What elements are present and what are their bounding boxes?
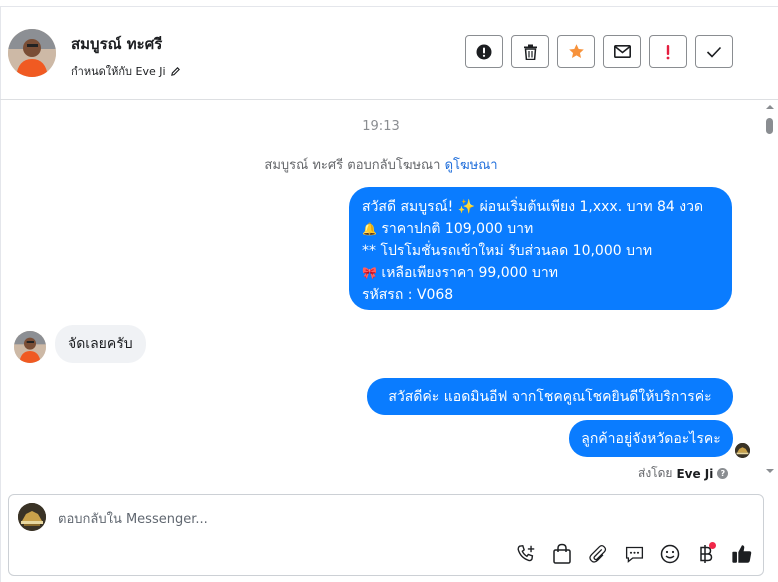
like-button[interactable] [730,542,754,566]
ad-line-1: สวัสดี สมบูรณ์! ✨ ผ่อนเริ่มต้นเพียง 1,xx… [362,199,704,215]
seen-avatar [735,443,750,458]
call-button[interactable] [514,542,538,566]
ad-line-3: ** โปรโมชั่นรถเข้าใหม่ รับส่วนลด 10,000 … [362,243,653,259]
contact-avatar[interactable] [8,29,56,77]
envelope-icon [613,45,631,58]
attach-button[interactable] [586,542,610,566]
view-ad-link[interactable]: ดูโฆษณา [445,158,498,173]
notification-dot [709,542,716,549]
ad-line-5: รหัสรถ : V068 [362,287,454,303]
help-icon[interactable]: ? [717,468,729,479]
scrollbar-thumb[interactable] [766,118,773,134]
conversation-header: สมบูรณ์ ทะศรี กำหนดให้กับ Eve Ji [0,6,778,100]
agent-message-bubble[interactable]: สวัสดีค่ะ แอดมินอีฟ จากโชคคูณโชคยินดีให้… [367,378,733,415]
page-avatar [18,503,46,531]
call-add-icon [517,544,535,562]
reply-composer [8,494,764,576]
contact-name: สมบูรณ์ ทะศรี [71,35,163,53]
saved-replies-button[interactable] [622,542,646,566]
thumbs-up-icon [732,545,752,563]
saved-reply-icon [625,546,643,563]
assigned-to[interactable]: กำหนดให้กับ Eve Ji [71,62,181,80]
mark-unread-button[interactable] [603,35,641,68]
scroll-down-arrow[interactable] [764,466,776,476]
trash-icon [523,44,537,60]
follow-up-dot [666,56,670,59]
customer-message-bubble[interactable]: จัดเลยครับ [55,325,146,363]
ad-message-bubble[interactable]: สวัสดี สมบูรณ์! ✨ ผ่อนเริ่มต้นเพียง 1,xx… [349,187,732,310]
follow-up-button[interactable] [649,35,687,68]
payment-button[interactable] [694,542,718,566]
star-button[interactable] [557,35,595,68]
star-icon [568,44,584,59]
sent-by-name: Eve Ji [676,466,714,481]
ad-reply-text: สมบูรณ์ ทะศรี ตอบกลับโฆษณา [264,158,441,173]
agent-message-bubble[interactable]: ลูกค้าอยู่จังหวัดอะไรคะ [569,420,733,457]
reply-input[interactable] [58,509,658,529]
sent-by: ส่งโดย Eve Ji ? [638,464,729,482]
emoji-button[interactable] [658,542,682,566]
done-icon [706,46,722,58]
ad-line-2: 🔔 ราคาปกติ 109,000 บาท [362,218,720,240]
emoji-icon [660,544,680,564]
ribbon-icon: 🎀 [362,266,377,280]
composer-toolbar [514,542,754,566]
message-timestamp: 19:13 [362,119,400,134]
assigned-label: กำหนดให้กับ Eve Ji [71,65,166,78]
bell-icon: 🔔 [362,222,377,236]
customer-avatar[interactable] [14,331,46,363]
shopping-bag-icon [553,543,571,564]
scroll-up-arrow[interactable] [764,102,776,112]
paperclip-icon [589,545,607,563]
star-shape [568,44,584,59]
delete-button[interactable] [511,35,549,68]
follow-up-bar [666,44,670,55]
follow-up-icon [666,44,670,59]
sent-by-prefix: ส่งโดย [638,466,673,480]
mark-spam-button[interactable] [465,35,503,68]
message-thread[interactable]: 19:13 สมบูรณ์ ทะศรี ตอบกลับโฆษณา ดูโฆษณา… [0,100,762,482]
mark-done-button[interactable] [695,35,733,68]
ad-line-4: 🎀 เหลือเพียงราคา 99,000 บาท [362,262,720,284]
spam-icon [476,44,492,59]
header-actions [465,35,733,68]
pencil-icon[interactable] [170,66,181,77]
ad-reply-notice: สมบูรณ์ ทะศรี ตอบกลับโฆษณา ดูโฆษณา [0,154,762,175]
shop-button[interactable] [550,542,574,566]
